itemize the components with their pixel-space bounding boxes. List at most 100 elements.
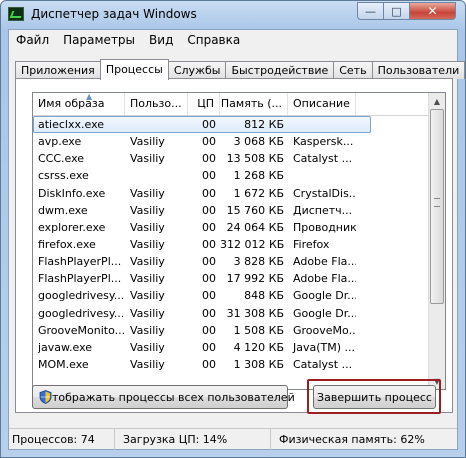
table-row[interactable]: explorer.exe Vasiliy 00 24 064 КБ Проводник	[33, 219, 429, 236]
tab-users[interactable]: Пользователи	[371, 61, 465, 79]
tab-networking[interactable]: Сеть	[333, 61, 373, 79]
column-header-image-name[interactable]: ▲ Имя образа	[33, 93, 125, 115]
cell-memory: 1 508 КБ	[233, 323, 284, 337]
table-row[interactable]: dwm.exe Vasiliy 00 15 760 КБ Диспетч...	[33, 202, 429, 219]
process-rows: atieclxx.exe 00 812 КБ avp.exe Vasiliy 00 3 06…	[33, 116, 429, 373]
cell-user: Vasiliy	[130, 186, 165, 200]
table-row[interactable]: atieclxx.exe 00 812 КБ	[33, 116, 371, 134]
cell-image-name: DiskInfo.exe	[38, 186, 106, 200]
cell-cpu: 00	[202, 118, 216, 131]
cell-description	[288, 167, 356, 184]
status-cpu-usage: Загрузка ЦП: 14%	[115, 429, 271, 450]
cell-description: Firefox	[293, 237, 330, 251]
cell-user: Vasiliy	[130, 289, 165, 303]
cell-cpu: 00	[202, 289, 216, 303]
cell-memory: 312 012 КБ	[220, 237, 285, 251]
cell-description: Catalyst ...	[293, 152, 353, 166]
cell-memory: 31 308 КБ	[226, 306, 284, 320]
table-row[interactable]: csrss.exe 00 1 268 КБ	[33, 167, 429, 184]
task-manager-window: Диспетчер задач Windows — □ ✕ Файл Парам…	[0, 0, 466, 458]
cell-cpu: 00	[202, 306, 216, 320]
cell-description: Google Dr...	[293, 306, 356, 320]
maximize-button[interactable]: □	[383, 2, 410, 20]
column-header-user[interactable]: Пользо...	[125, 93, 188, 115]
vertical-scrollbar[interactable]: ▲ ▼	[428, 93, 445, 389]
cell-cpu: 00	[202, 340, 216, 354]
cell-description: Java(TM) ...	[293, 340, 356, 354]
close-button[interactable]: ✕	[409, 2, 456, 20]
cell-cpu: 00	[202, 357, 216, 371]
scrollbar-thumb[interactable]	[430, 109, 444, 304]
table-row[interactable]: googledrivesy... Vasiliy 00 31 308 КБ Google…	[33, 305, 429, 322]
cell-user	[125, 167, 188, 184]
maximize-icon: □	[391, 4, 402, 18]
cell-user: Vasiliy	[130, 135, 165, 149]
column-header-description[interactable]: Описание	[288, 93, 356, 115]
status-process-count: Процессов: 74	[9, 429, 115, 450]
scroll-up-icon[interactable]: ▲	[429, 93, 445, 109]
table-row[interactable]: javaw.exe Vasiliy 00 4 120 КБ Java(TM) ...	[33, 339, 429, 356]
minimize-icon: —	[365, 4, 376, 18]
end-process-button[interactable]: Завершить процесс	[313, 385, 436, 409]
close-icon: ✕	[427, 4, 438, 18]
menu-options[interactable]: Параметры	[56, 30, 142, 50]
cell-image-name: MOM.exe	[38, 357, 89, 371]
cell-memory: 13 508 КБ	[226, 152, 284, 166]
uac-shield-icon	[39, 390, 52, 404]
cell-cpu: 00	[202, 135, 216, 149]
cell-image-name: CCC.exe	[38, 152, 85, 166]
cell-image-name: avp.exe	[38, 135, 82, 149]
cell-user: Vasiliy	[130, 357, 165, 371]
tab-processes[interactable]: Процессы	[99, 59, 169, 80]
cell-description: Adobe Fla...	[293, 255, 356, 269]
show-all-users-button[interactable]: Отображать процессы всех пользователей	[32, 385, 295, 409]
tab-strip: Приложения Процессы Службы Быстродействи…	[15, 59, 465, 80]
menu-file[interactable]: Файл	[9, 30, 56, 50]
cell-image-name: GrooveMonito...	[38, 323, 125, 337]
title-bar[interactable]: Диспетчер задач Windows — □ ✕	[1, 1, 465, 29]
menu-view[interactable]: Вид	[142, 30, 180, 50]
table-row[interactable]: googledrivesy... Vasiliy 00 848 КБ Google Dr…	[33, 287, 429, 304]
status-bar: Процессов: 74 Загрузка ЦП: 14% Физическа…	[9, 428, 457, 450]
table-row[interactable]: CCC.exe Vasiliy 00 13 508 КБ Catalyst ...	[33, 150, 429, 167]
cell-cpu: 00	[202, 152, 216, 166]
tab-applications[interactable]: Приложения	[15, 61, 101, 79]
cell-cpu: 00	[202, 255, 216, 269]
list-header: ▲ Имя образа Пользо... ЦП Память (... Оп…	[33, 93, 429, 116]
table-row[interactable]: MOM.exe Vasiliy 00 1 308 КБ Catalyst ...	[33, 356, 429, 373]
cell-image-name: firefox.exe	[38, 237, 96, 251]
cell-description: Kaspersk...	[293, 135, 354, 149]
cell-memory: 1 268 КБ	[233, 169, 284, 183]
cell-cpu: 00	[202, 169, 216, 183]
cell-description: Google Dr...	[293, 289, 356, 303]
cell-cpu: 00	[202, 203, 216, 217]
sort-ascending-icon: ▲	[86, 93, 93, 101]
cell-memory: 812 КБ	[244, 118, 284, 131]
process-list[interactable]: ▲ Имя образа Пользо... ЦП Память (... Оп…	[32, 92, 446, 390]
table-row[interactable]: avp.exe Vasiliy 00 3 068 КБ Kaspersk...	[33, 133, 429, 150]
cell-memory: 15 760 КБ	[226, 203, 284, 217]
cell-memory: 1 308 КБ	[233, 357, 284, 371]
cell-memory: 4 120 КБ	[233, 340, 284, 354]
cell-image-name: FlashPlayerPl...	[38, 272, 122, 286]
table-row[interactable]: firefox.exe Vasiliy 00 312 012 КБ Firefox	[33, 236, 429, 253]
menu-help[interactable]: Справка	[180, 30, 247, 50]
table-row[interactable]: FlashPlayerPl... Vasiliy 00 17 992 КБ Adobe …	[33, 270, 429, 287]
cell-description: Catalyst ...	[293, 357, 353, 371]
column-header-memory[interactable]: Память (...	[220, 93, 288, 115]
cell-memory: 3 828 КБ	[233, 255, 284, 269]
cell-user: Vasiliy	[130, 152, 165, 166]
cell-memory: 17 992 КБ	[226, 272, 284, 286]
cell-image-name: javaw.exe	[38, 340, 93, 354]
cell-description	[288, 116, 356, 133]
tab-services[interactable]: Службы	[167, 61, 227, 79]
table-row[interactable]: DiskInfo.exe Vasiliy 00 1 672 КБ CrystalDis.…	[33, 185, 429, 202]
tab-performance[interactable]: Быстродействие	[225, 61, 335, 79]
cell-cpu: 00	[202, 323, 216, 337]
minimize-button[interactable]: —	[357, 2, 384, 20]
column-header-cpu[interactable]: ЦП	[188, 93, 220, 115]
table-row[interactable]: GrooveMonito... Vasiliy 00 1 508 КБ GrooveMo…	[33, 322, 429, 339]
cell-memory: 848 КБ	[244, 289, 284, 303]
cell-image-name: googledrivesy...	[38, 306, 125, 320]
table-row[interactable]: FlashPlayerPl... Vasiliy 00 3 828 КБ Adobe F…	[33, 253, 429, 270]
